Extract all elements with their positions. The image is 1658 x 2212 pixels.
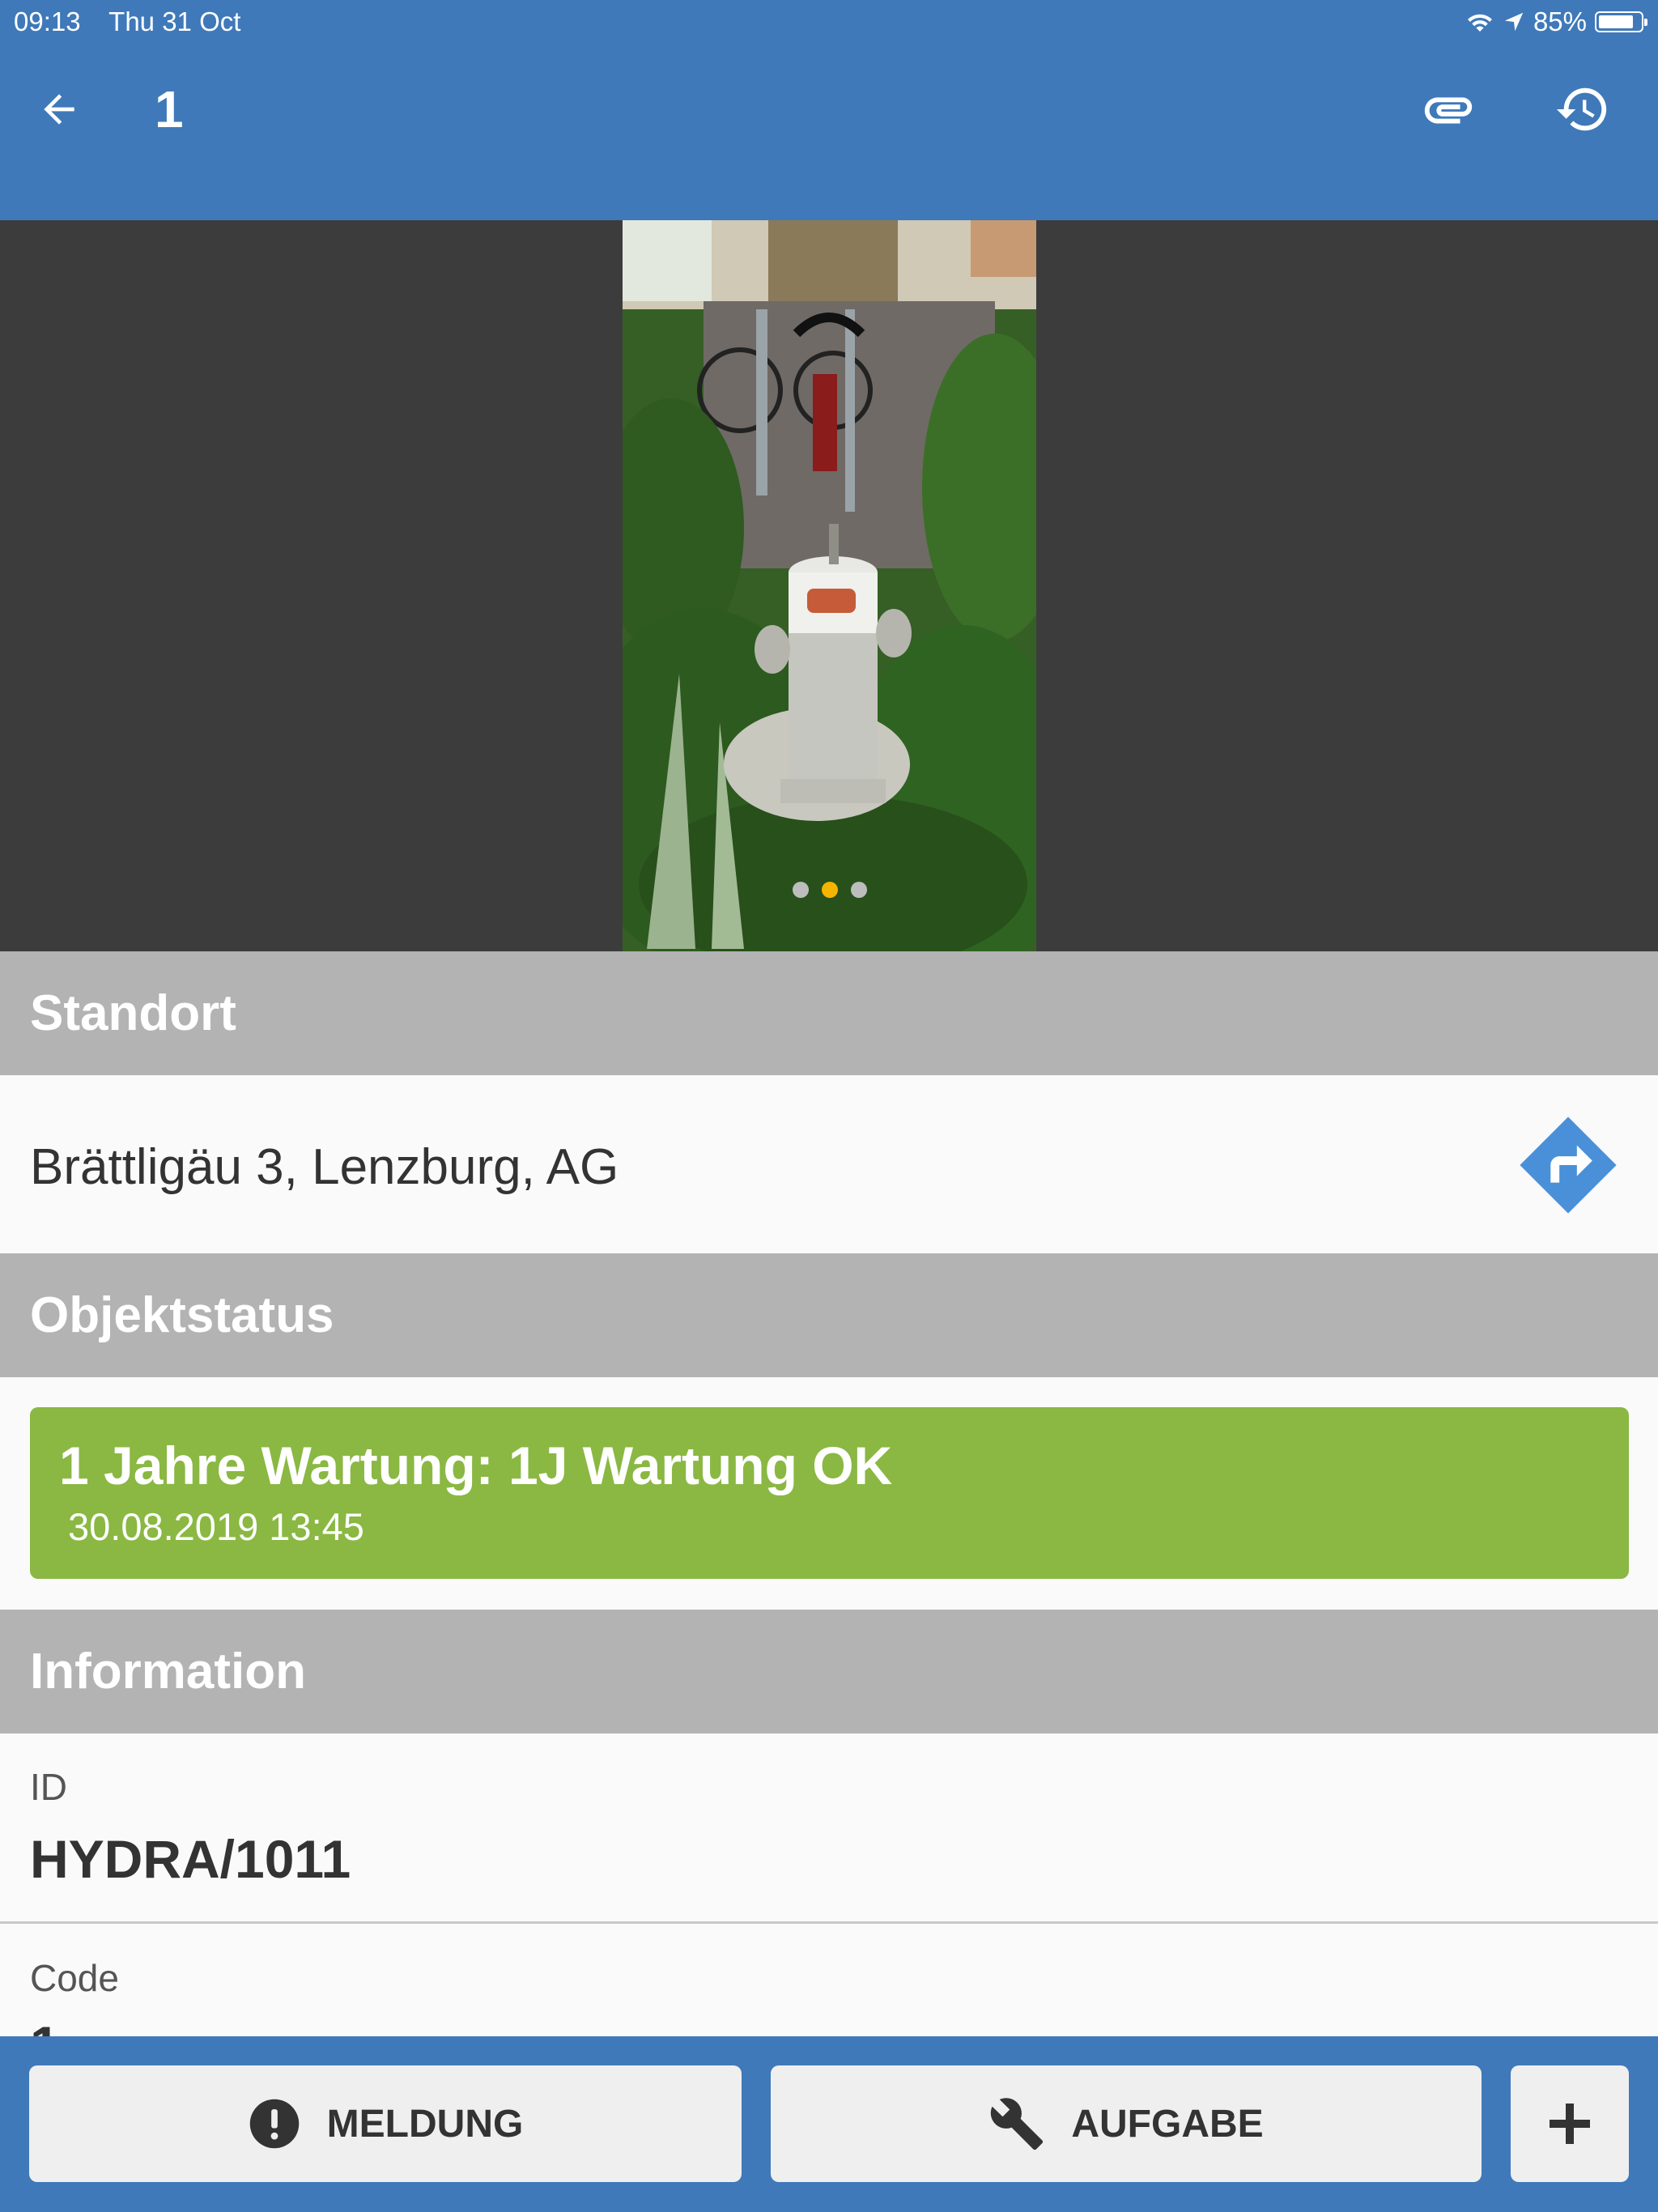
history-button[interactable] (1554, 81, 1611, 138)
field-label-id: ID (30, 1766, 67, 1808)
field-value-id: HYDRA/1011 (30, 1829, 351, 1889)
status-title: 1 Jahre Wartung: 1J Wartung OK (59, 1436, 893, 1495)
section-header-information: Information (0, 1610, 1658, 1733)
status-bar-left: 09:13 Thu 31 Oct (14, 6, 261, 37)
object-status-card[interactable]: 1 Jahre Wartung: 1J Wartung OK 30.08.201… (30, 1407, 1629, 1579)
task-button[interactable]: AUFGABE (771, 2065, 1482, 2182)
app-bar: 1 (0, 42, 1658, 220)
section-header-location: Standort (0, 951, 1658, 1075)
location-arrow-icon (1504, 12, 1524, 32)
section-header-status: Objektstatus (0, 1253, 1658, 1377)
back-button[interactable] (31, 81, 87, 138)
status-time: 09:13 (14, 6, 81, 36)
status-date: Thu 31 Oct (108, 6, 241, 36)
field-label-code: Code (30, 1957, 119, 1999)
battery-percent: 85% (1533, 6, 1587, 36)
wrench-icon (991, 2098, 1044, 2150)
status-date: 30.08.2019 13:45 (68, 1505, 364, 1548)
location-row: Brättligäu 3, Lenzburg, AG (0, 1075, 1658, 1253)
hydrant-photo-image (623, 220, 1036, 951)
report-button-label: MELDUNG (326, 2102, 524, 2146)
page-title: 1 (155, 80, 184, 138)
paperclip-icon (1424, 97, 1473, 124)
plus-icon (1550, 2104, 1590, 2144)
add-button[interactable] (1511, 2065, 1629, 2182)
arrow-left-icon (44, 94, 74, 125)
attachments-button[interactable] (1420, 81, 1477, 138)
location-address: Brättligäu 3, Lenzburg, AG (30, 1139, 619, 1195)
gallery-pagination (623, 882, 1036, 898)
navigate-button[interactable] (1516, 1112, 1621, 1218)
wifi-icon (1467, 14, 1492, 32)
gallery-dot-1[interactable] (792, 882, 809, 898)
bottom-action-bar: MELDUNG AUFGABE (0, 2036, 1658, 2212)
battery-cap (1644, 19, 1647, 26)
field-divider (0, 1921, 1658, 1924)
history-icon (1556, 87, 1607, 131)
status-bar-right: 85% (1465, 6, 1647, 37)
directions-icon (1520, 1117, 1617, 1214)
task-button-label: AUFGABE (1071, 2102, 1264, 2146)
status-bar: 09:13 Thu 31 Oct 85% (0, 0, 1658, 42)
hydrant-photo[interactable] (623, 220, 1036, 951)
battery-level (1599, 15, 1633, 28)
photo-gallery[interactable] (0, 220, 1658, 951)
gallery-dot-2[interactable] (821, 882, 838, 898)
gallery-dot-3[interactable] (850, 882, 867, 898)
alert-icon (249, 2099, 299, 2149)
battery-icon (1595, 11, 1647, 32)
report-button[interactable]: MELDUNG (29, 2065, 742, 2182)
